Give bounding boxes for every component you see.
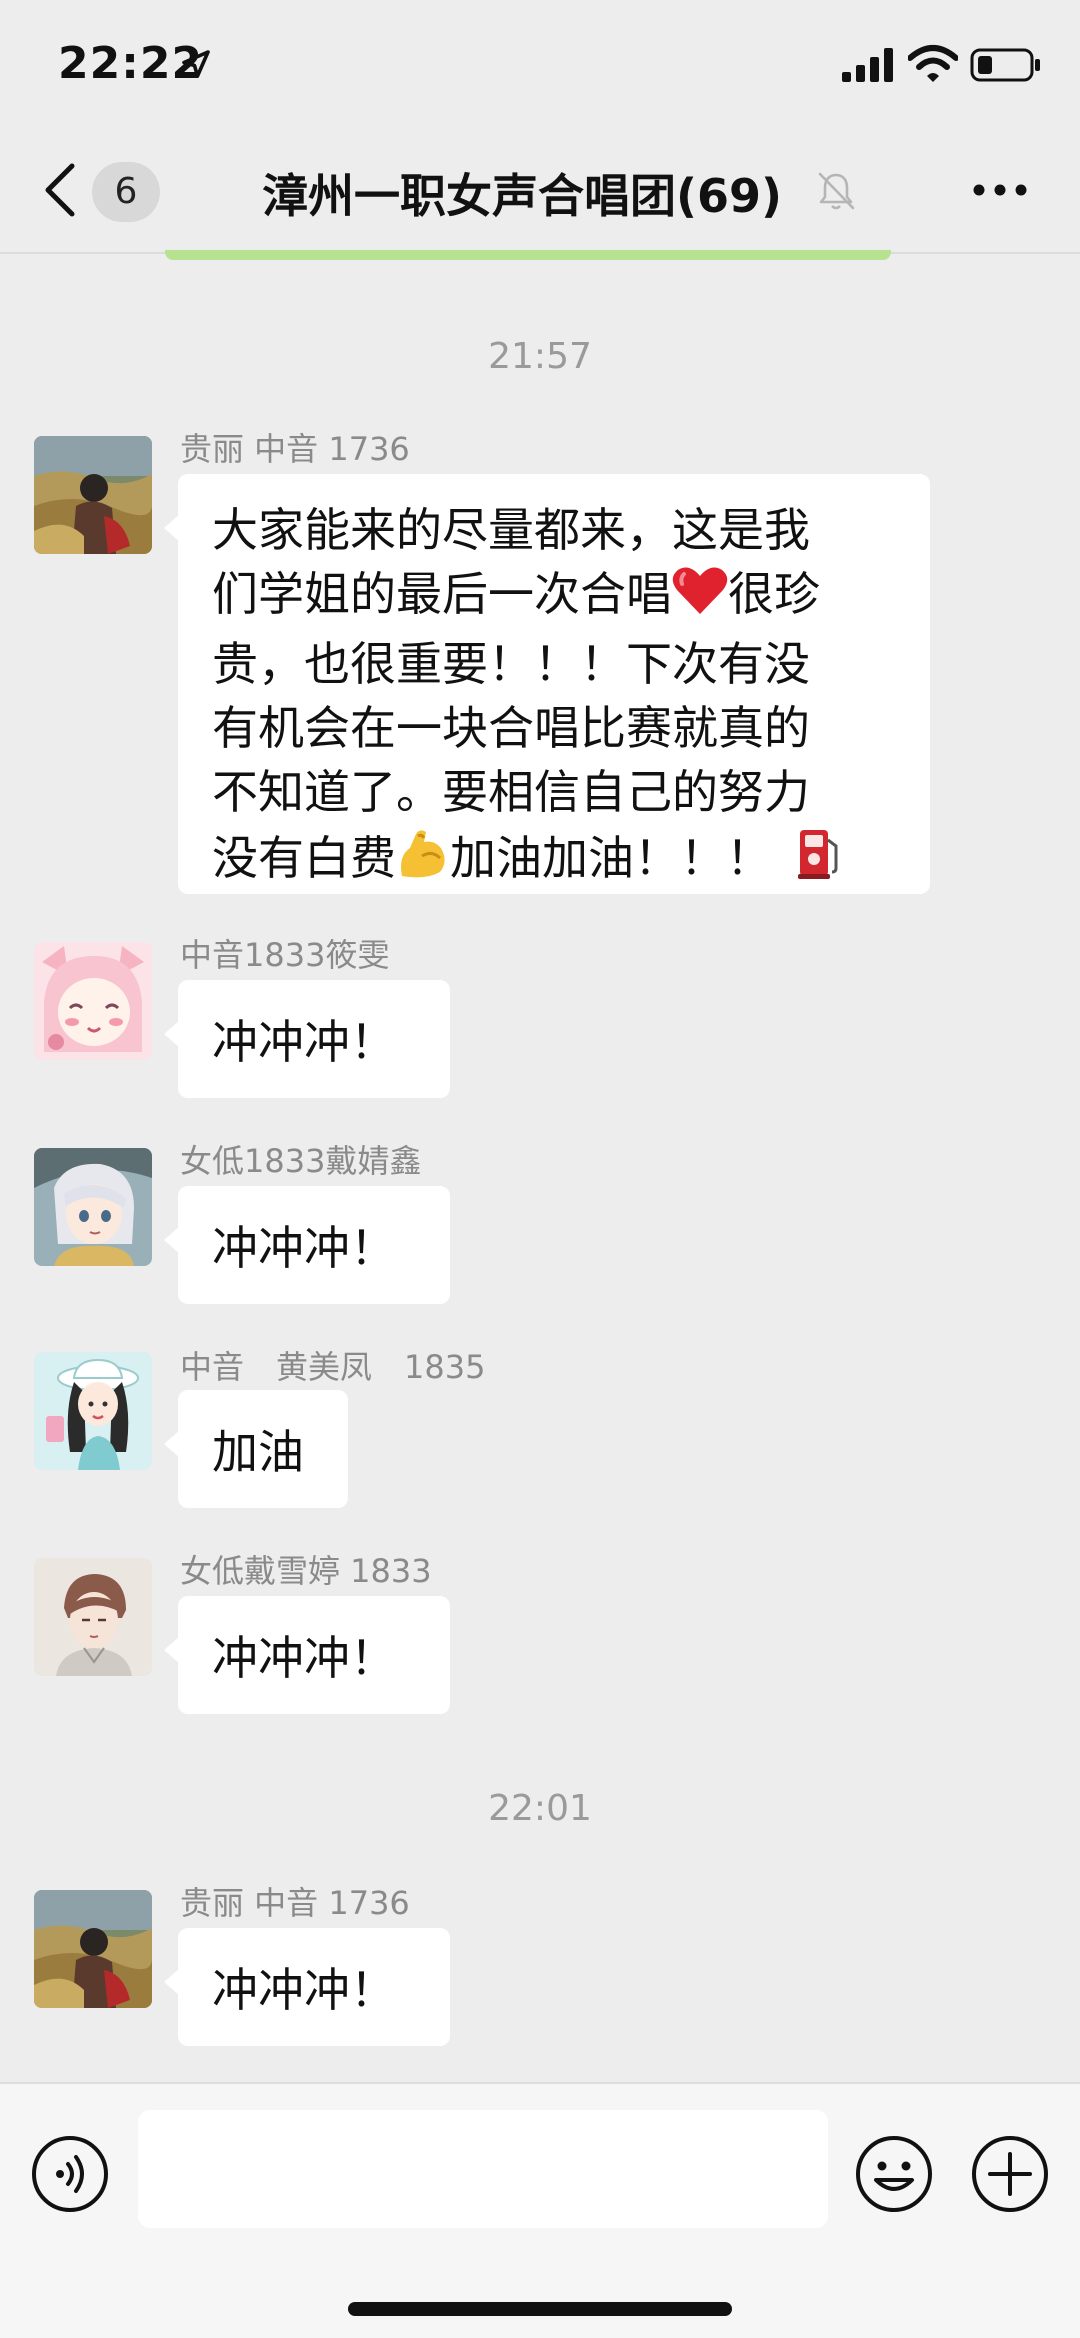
mute-bell-icon (818, 172, 855, 210)
nav-bar: 6 漳州一职女声合唱团(69) (0, 130, 1080, 250)
avatar[interactable] (34, 1148, 152, 1266)
back-chevron-icon[interactable] (40, 160, 80, 220)
message-bubble[interactable]: 冲冲冲！ (164, 980, 450, 1098)
message-text: 有机会在一块合唱比赛就真的 (212, 701, 810, 755)
message-text: 加油加油！！！ (450, 831, 772, 885)
emoji-face-icon[interactable] (854, 2134, 934, 2214)
avatar[interactable] (34, 942, 152, 1060)
time-separator: 22:01 (488, 1788, 592, 1829)
message-text: 冲冲冲！ (212, 1963, 396, 2017)
sender-name: 贵丽 中音 1736 (180, 1884, 410, 1922)
message-text: 冲冲冲！ (212, 1221, 396, 1275)
message-bubble[interactable]: 冲冲冲！ (164, 1596, 450, 1714)
message-bubble[interactable]: 冲冲冲！ (164, 1186, 450, 1304)
message-text: 很珍 (728, 567, 820, 621)
avatar[interactable] (34, 1890, 152, 2008)
avatar[interactable] (34, 1352, 152, 1470)
unread-count-badge[interactable]: 6 (92, 162, 160, 222)
sender-name: 女低戴雪婷 1833 (180, 1552, 432, 1590)
input-bar (0, 2082, 1080, 2338)
heart-emoji (672, 566, 728, 632)
location-arrow-icon (182, 50, 210, 78)
status-bar: 22:22 (0, 0, 1080, 130)
home-indicator[interactable] (348, 2302, 732, 2316)
message-text: 不知道了。要相信自己的努力 (212, 765, 810, 819)
group-title[interactable]: 漳州一职女声合唱团(69) (262, 160, 782, 226)
sender-name: 贵丽 中音 1736 (180, 430, 410, 468)
plus-icon[interactable] (970, 2134, 1050, 2214)
message-text: 们学姐的最后一次合唱 (212, 567, 672, 621)
chat-screen: 22:22 6 漳州一职女声合唱团(69) 21:57 贵丽 中音 1736 大… (0, 0, 1080, 2338)
avatar[interactable] (34, 1558, 152, 1676)
message-bubble[interactable]: 大家能来的尽量都来，这是我 们学姐的最后一次合唱 很珍 贵，也很重要！！！下次有没… (164, 474, 930, 896)
battery-icon (970, 48, 1040, 82)
wifi-icon (908, 45, 958, 82)
message-text-line: 没有白费 加油加油！！！ (212, 824, 896, 896)
message-bubble[interactable]: 冲冲冲！ (164, 1928, 450, 2046)
message-input[interactable] (138, 2110, 828, 2228)
message-text: 冲冲冲！ (212, 1015, 396, 1069)
active-call-strip[interactable] (165, 250, 891, 260)
message-text: 冲冲冲！ (212, 1631, 396, 1685)
message-text: 贵，也很重要！！！下次有没 (212, 637, 810, 691)
sender-name: 女低1833戴婧鑫 (180, 1142, 422, 1180)
message-text: 加油 (212, 1425, 304, 1479)
message-text-line: 们学姐的最后一次合唱 很珍 (212, 562, 896, 632)
message-text: 没有白费 (212, 831, 396, 885)
sender-name: 中音1833筱雯 (180, 936, 390, 974)
message-bubble[interactable]: 加油 (164, 1390, 348, 1508)
fuel-pump-emoji (796, 824, 842, 896)
signal-icon (842, 48, 893, 82)
flexed-biceps-emoji (396, 826, 450, 896)
avatar[interactable] (34, 436, 152, 554)
time-separator: 21:57 (488, 336, 592, 377)
message-text: 大家能来的尽量都来，这是我 (212, 503, 810, 557)
voice-icon[interactable] (30, 2134, 110, 2214)
sender-name: 中音 黄美凤 1835 (180, 1348, 486, 1386)
more-dots-icon[interactable] (972, 176, 1028, 204)
